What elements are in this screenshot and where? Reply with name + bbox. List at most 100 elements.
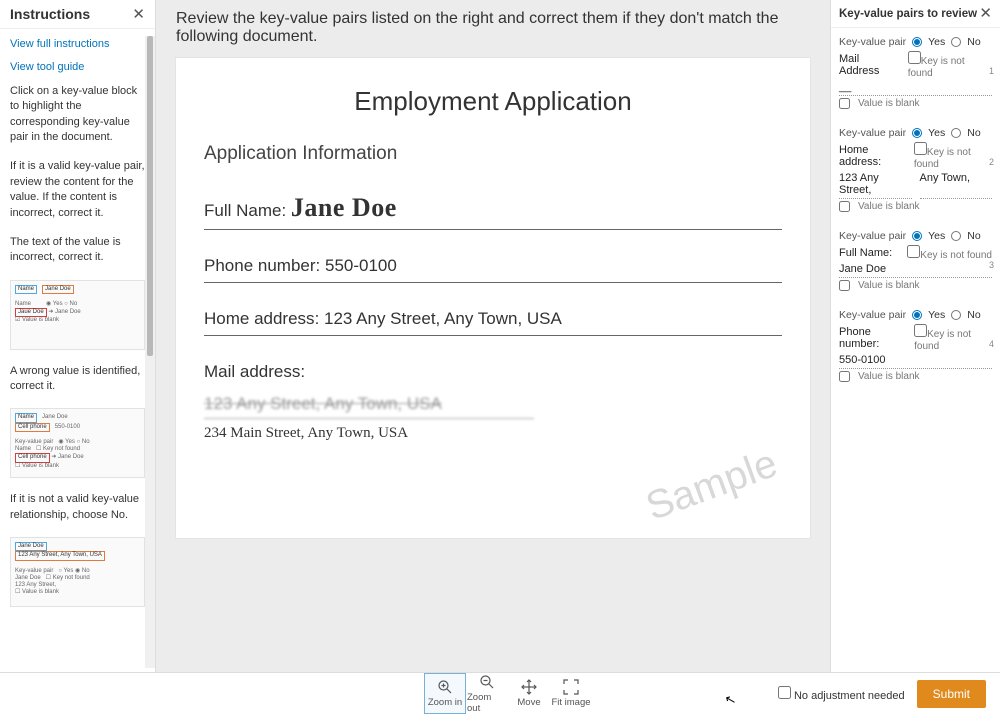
kv4-key: Phone number: [839,326,908,350]
scrollbar[interactable] [145,36,155,668]
footer: Zoom in Zoom out Move Fit image No adjus… [0,672,1000,714]
phone-value: 550-0100 [325,256,397,275]
value-blank-label: Value is blank [858,98,920,109]
document[interactable]: Employment Application Application Infor… [176,58,810,538]
kv1-value[interactable]: __ [839,81,992,96]
kv1-no-radio[interactable] [951,37,961,47]
close-icon[interactable]: ✕ [979,6,992,21]
review-body: Key-value pair Yes No Mail Address Key i… [831,28,1000,408]
kv1-index: 1 [989,66,994,76]
kv4-value[interactable]: 550-0100 [839,354,992,369]
kv1-keynotfound-checkbox[interactable] [908,51,921,64]
kv3-value[interactable]: Jane Doe [839,263,992,278]
zoom-in-icon [437,679,453,695]
kv-pair-label: Key-value pair [839,230,906,242]
key-not-found-label: Key is not found [920,250,992,261]
no-adjustment-label[interactable]: No adjustment needed [778,686,905,702]
mail-label: Mail address: [204,362,305,381]
example-image-1: Name Jane Doe Name ◉ Yes ○ No Jaue Doe ➜… [10,280,145,350]
kv2-yes-radio[interactable] [912,128,922,138]
value-blank-label: Value is blank [858,371,920,382]
review-panel: Key-value pairs to review ✕ Key-value pa… [830,0,1000,672]
kv2-key: Home address: [839,144,908,168]
yes-label: Yes [928,309,945,321]
yes-label: Yes [928,230,945,242]
fullname-label: Full Name: [204,201,286,220]
kv-block-2[interactable]: Key-value pair Yes No Home address: Key … [839,127,992,212]
no-label: No [967,309,980,321]
kv3-index: 3 [989,260,994,270]
move-icon [521,679,537,695]
scrollbar-thumb[interactable] [147,36,153,356]
no-label: No [967,230,980,242]
kv3-keynotfound-checkbox[interactable] [907,245,920,258]
move-button[interactable]: Move [508,673,550,714]
document-area: Review the key-value pairs listed on the… [156,0,830,672]
instructions-panel: Instructions ✕ View full instructions Vi… [0,0,156,672]
kv2-blank-checkbox[interactable] [839,201,850,212]
fit-button[interactable]: Fit image [550,673,592,714]
kv2-no-radio[interactable] [951,128,961,138]
close-icon[interactable]: ✕ [132,7,145,22]
kv1-blank-checkbox[interactable] [839,98,850,109]
mail-handwritten: 234 Main Street, Any Town, USA [204,425,782,442]
footer-right: No adjustment needed Submit [778,673,1000,714]
zoom-in-button[interactable]: Zoom in [424,673,466,714]
home-label: Home address [204,309,315,328]
kv1-key: Mail Address [839,53,902,77]
review-header: Key-value pairs to review ✕ [831,0,1000,28]
review-title: Key-value pairs to review [839,8,977,20]
mail-field: Mail address: [204,354,782,388]
kv2-value-a[interactable]: 123 Any Street, [839,172,912,199]
kv4-keynotfound-checkbox[interactable] [914,324,927,337]
instructions-p4: A wrong value is identified, correct it. [10,364,145,395]
yes-label: Yes [928,36,945,48]
kv1-yes-radio[interactable] [912,37,922,47]
zoom-out-button[interactable]: Zoom out [466,673,508,714]
kv4-yes-radio[interactable] [912,310,922,320]
instructions-p3: The text of the value is incorrect, corr… [10,235,145,266]
instructions-p1: Click on a key-value block to highlight … [10,84,145,146]
kv-block-3[interactable]: Key-value pair Yes No Full Name: Key is … [839,230,992,291]
view-full-link[interactable]: View full instructions [10,37,145,52]
kv-block-4[interactable]: Key-value pair Yes No Phone number: Key … [839,309,992,382]
zoom-out-icon [479,674,495,690]
instructions-p2: If it is a valid key-value pair, review … [10,159,145,221]
kv-pair-label: Key-value pair [839,36,906,48]
fullname-value: Jane Doe [291,193,397,222]
fit-icon [563,679,579,695]
kv2-index: 2 [989,157,994,167]
kv-pair-label: Key-value pair [839,309,906,321]
move-label: Move [517,697,540,708]
no-label: No [967,36,980,48]
kv4-index: 4 [989,339,994,349]
view-tool-guide-link[interactable]: View tool guide [10,60,145,75]
tool-group: Zoom in Zoom out Move Fit image [424,673,592,714]
instructions-header: Instructions ✕ [0,0,155,29]
no-adjustment-checkbox[interactable] [778,686,791,699]
no-label: No [967,127,980,139]
instructions-title: Instructions [10,6,90,22]
example-image-2: Name Jane Doe Cell phone 550-0100 Key-va… [10,408,145,478]
instructions-p5: If it is not a valid key-value relations… [10,492,145,523]
kv3-yes-radio[interactable] [912,231,922,241]
home-value: 123 Any Street, Any Town, USA [324,309,562,328]
phone-label: Phone number [204,256,316,275]
doc-title: Employment Application [204,86,782,117]
value-blank-label: Value is blank [858,201,920,212]
kv3-blank-checkbox[interactable] [839,280,850,291]
kv2-keynotfound-checkbox[interactable] [914,142,927,155]
kv-block-1[interactable]: Key-value pair Yes No Mail Address Key i… [839,36,992,109]
kv2-value-b[interactable]: Any Town, [920,172,993,199]
kv4-blank-checkbox[interactable] [839,371,850,382]
kv4-no-radio[interactable] [951,310,961,320]
kv3-key: Full Name: [839,247,892,259]
phone-field: Phone number: 550-0100 [204,248,782,283]
zoom-out-label: Zoom out [467,692,507,714]
submit-button[interactable]: Submit [917,680,986,708]
sample-watermark: Sample [641,441,784,530]
kv3-no-radio[interactable] [951,231,961,241]
value-blank-label: Value is blank [858,280,920,291]
home-field: Home address: 123 Any Street, Any Town, … [204,301,782,336]
task-question: Review the key-value pairs listed on the… [156,0,830,58]
